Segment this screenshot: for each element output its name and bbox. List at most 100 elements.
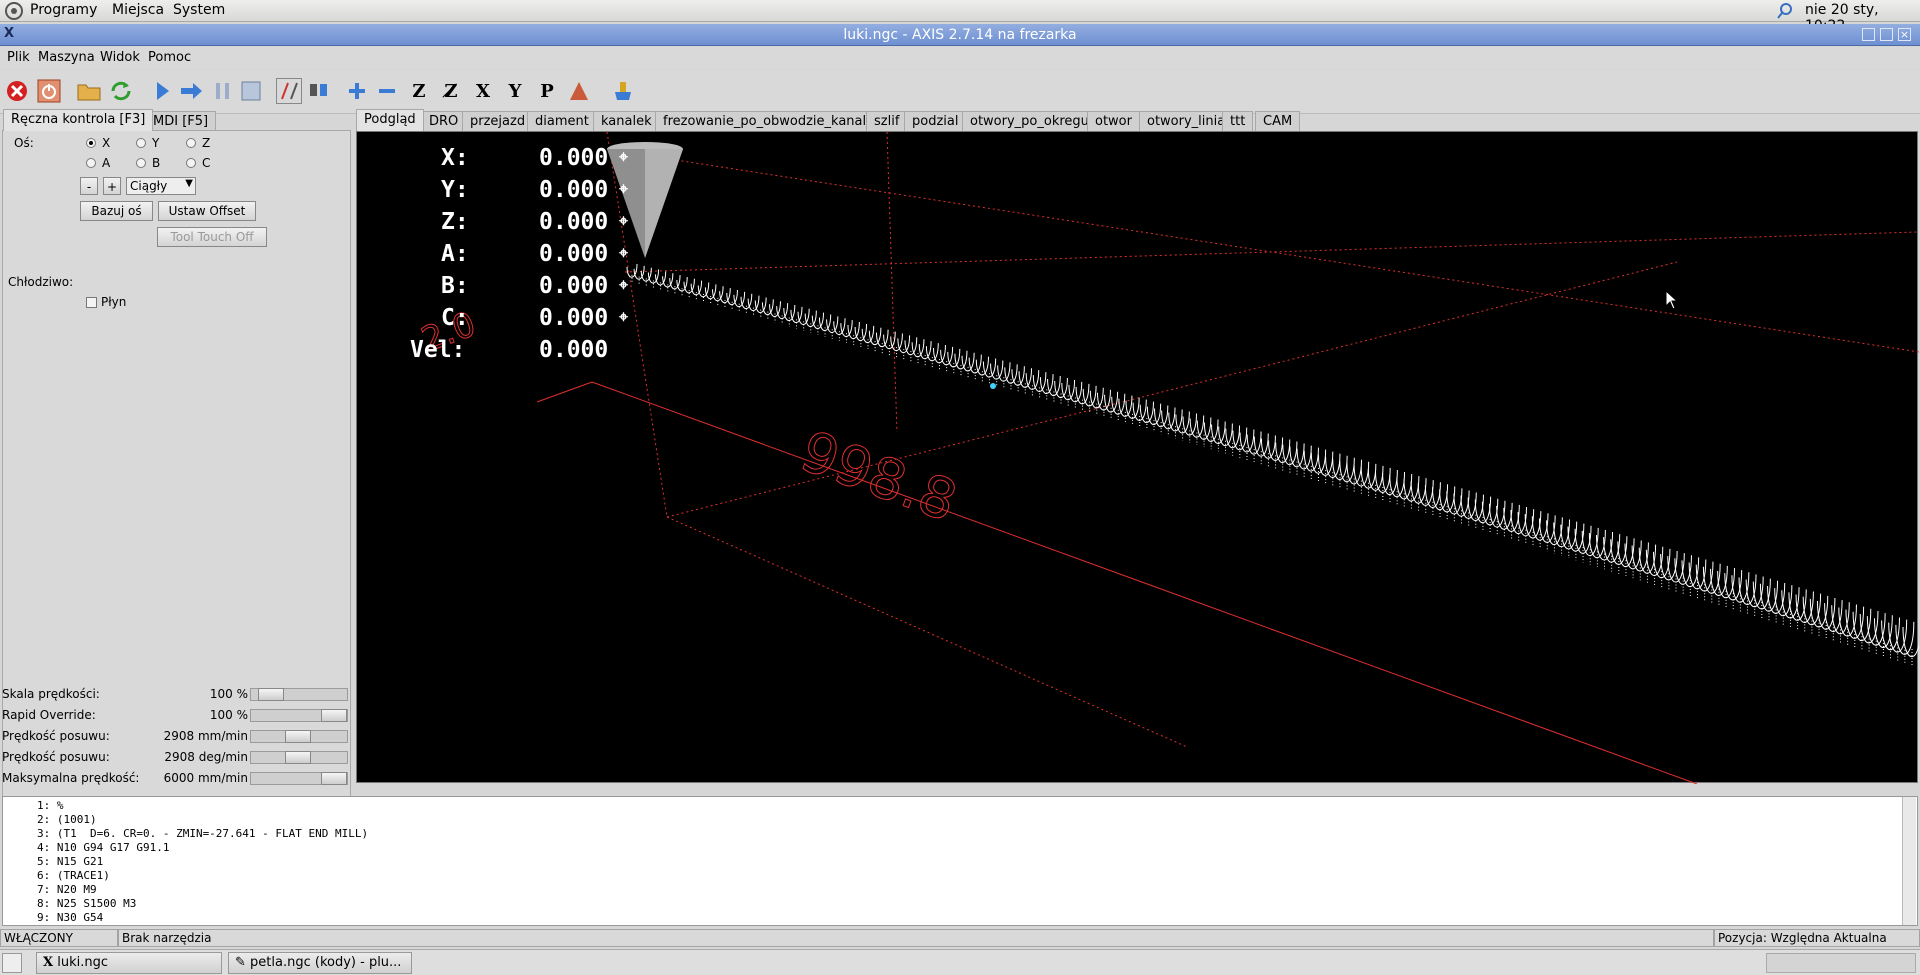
- workspace-switcher[interactable]: [1766, 953, 1916, 973]
- gcode-line[interactable]: 3: (T1 D=6. CR=0. - ZMIN=-27.641 - FLAT …: [37, 827, 368, 840]
- toolpath-segment: [990, 360, 1004, 380]
- zoom-in-icon[interactable]: [344, 78, 370, 104]
- tab-szlif[interactable]: szlif: [866, 111, 908, 131]
- tab-dro[interactable]: DRO: [421, 111, 467, 131]
- open-folder-icon[interactable]: [76, 78, 102, 104]
- gcode-line[interactable]: 7: N20 M9: [37, 883, 97, 896]
- block-delete-icon[interactable]: [276, 78, 302, 104]
- view-y-icon[interactable]: Y: [502, 78, 528, 104]
- gcode-line[interactable]: 4: N10 G94 G17 G91.1: [37, 841, 169, 854]
- tab-przejazd[interactable]: przejazd: [462, 111, 534, 131]
- tab-cam[interactable]: CAM: [1255, 111, 1301, 131]
- minimize-icon[interactable]: [1862, 28, 1875, 41]
- slider-thumb[interactable]: [321, 709, 347, 722]
- gcode-listing[interactable]: 1: % 2: (1001) 3: (T1 D=6. CR=0. - ZMIN=-2…: [2, 796, 1918, 926]
- jog-minus-button[interactable]: -: [80, 177, 98, 195]
- rotate-view-icon[interactable]: [566, 78, 592, 104]
- slider-thumb[interactable]: [321, 772, 347, 785]
- dro-axis-value: 0.000: [539, 145, 609, 171]
- jog-mode-select[interactable]: Ciągły ▼: [126, 177, 196, 195]
- tab-otwor[interactable]: otwor: [1087, 111, 1140, 131]
- reload-icon[interactable]: [108, 78, 134, 104]
- gcode-line[interactable]: 8: N25 S1500 M3: [37, 897, 136, 910]
- axis-z-radio[interactable]: [186, 138, 196, 148]
- zoom-out-icon[interactable]: [374, 78, 400, 104]
- axis-a-radio[interactable]: [86, 158, 96, 168]
- close-icon[interactable]: ×: [1898, 28, 1911, 41]
- tab-otwory-po-okregu[interactable]: otwory_po_okregu: [962, 111, 1097, 131]
- set-offset-button[interactable]: Ustaw Offset: [158, 201, 256, 221]
- gcode-line[interactable]: 9: N30 G54: [37, 911, 103, 924]
- tab-diament[interactable]: diament: [527, 111, 597, 131]
- override-slider[interactable]: [250, 772, 348, 785]
- toolpath-segment: [1089, 387, 1104, 409]
- tab-frezowanie[interactable]: frezowanie_po_obwodzie_kanalki: [655, 111, 886, 131]
- pause-icon[interactable]: [210, 78, 236, 104]
- run-icon[interactable]: [150, 78, 176, 104]
- toolpath-segment: [940, 346, 954, 366]
- override-label: Prędkość posuwu:: [2, 729, 110, 743]
- search-icon[interactable]: [1776, 2, 1794, 20]
- power-icon[interactable]: [36, 78, 62, 104]
- tab-podglad[interactable]: Podgląd: [356, 109, 424, 131]
- show-desktop-icon[interactable]: [2, 953, 22, 973]
- override-slider[interactable]: [250, 688, 348, 701]
- view-p-icon[interactable]: P: [534, 78, 560, 104]
- task-petla[interactable]: ✎ petla.ngc (kody) - plu...: [228, 952, 412, 974]
- tab-mdi[interactable]: MDI [F5]: [145, 111, 217, 131]
- menubar: Plik Maszyna Widok Pomoc: [0, 47, 1920, 69]
- gcode-line[interactable]: 6: (TRACE1): [37, 869, 110, 882]
- flood-label: Płyn: [101, 295, 127, 309]
- axis-x-radio[interactable]: [86, 138, 96, 148]
- jog-plus-button[interactable]: +: [103, 177, 121, 195]
- maximize-icon[interactable]: [1880, 28, 1893, 41]
- override-slider[interactable]: [250, 751, 348, 764]
- gcode-scrollbar[interactable]: [1902, 797, 1916, 925]
- view-z2-icon[interactable]: Z̸: [438, 78, 464, 104]
- flood-checkbox[interactable]: [86, 297, 97, 308]
- tab-manual-control[interactable]: Ręczna kontrola [F3]: [3, 109, 154, 131]
- tool-touch-off-button[interactable]: Tool Touch Off: [157, 227, 267, 247]
- gnome-logo-icon[interactable]: [4, 1, 24, 21]
- home-axis-button[interactable]: Bazuj oś: [80, 201, 153, 221]
- task-luki[interactable]: X luki.ngc: [36, 952, 222, 974]
- menu-miejsca[interactable]: Miejsca: [112, 2, 164, 18]
- dro-axis-value: 0.000: [539, 305, 609, 331]
- toolpath-segment: [997, 362, 1011, 382]
- gcode-line[interactable]: 5: N15 G21: [37, 855, 103, 868]
- tab-podzial[interactable]: podzial: [904, 111, 967, 131]
- override-slider[interactable]: [250, 709, 348, 722]
- axis-b-radio[interactable]: [136, 158, 146, 168]
- step-icon[interactable]: [178, 78, 204, 104]
- menu-maszyna[interactable]: Maszyna: [38, 50, 95, 65]
- menu-widok[interactable]: Widok: [100, 50, 140, 65]
- toolpath-segment: [1054, 377, 1068, 399]
- override-label: Skala prędkości:: [2, 687, 100, 701]
- view-x-icon[interactable]: X: [470, 78, 496, 104]
- slider-thumb[interactable]: [285, 730, 311, 743]
- view-z-icon[interactable]: Z: [406, 78, 432, 104]
- text-editor-icon: ✎: [235, 955, 246, 970]
- window-titlebar[interactable]: X luki.ngc - AXIS 2.7.14 na frezarka ×: [0, 24, 1920, 46]
- menu-plik[interactable]: Plik: [7, 50, 30, 65]
- axis-y-radio[interactable]: [136, 138, 146, 148]
- clear-backplot-icon[interactable]: [610, 78, 636, 104]
- tab-otwory-linia[interactable]: otwory_linia: [1139, 111, 1234, 131]
- menu-programy[interactable]: Programy: [30, 2, 97, 18]
- optional-stop-icon[interactable]: [306, 78, 332, 104]
- toolpath-segment: [925, 343, 939, 362]
- homed-icon: ⌖: [619, 243, 629, 262]
- slider-thumb[interactable]: [285, 751, 311, 764]
- estop-icon[interactable]: [4, 78, 30, 104]
- menu-system[interactable]: System: [173, 2, 225, 18]
- menu-pomoc[interactable]: Pomoc: [148, 50, 191, 65]
- stop-icon[interactable]: [238, 78, 264, 104]
- gcode-line[interactable]: 1: %: [37, 799, 64, 812]
- tab-ttt[interactable]: ttt: [1222, 111, 1254, 131]
- gcode-line[interactable]: 2: (1001): [37, 813, 97, 826]
- override-slider[interactable]: [250, 730, 348, 743]
- preview-3d-viewport[interactable]: 998.8 2.0 X: 0.000 ⌖ Y: 0.000 ⌖ Z: 0.000 ⌖ A: 0.00…: [356, 131, 1920, 785]
- axis-c-radio[interactable]: [186, 158, 196, 168]
- slider-thumb[interactable]: [258, 688, 284, 701]
- tab-kanalek[interactable]: kanalek: [593, 111, 660, 131]
